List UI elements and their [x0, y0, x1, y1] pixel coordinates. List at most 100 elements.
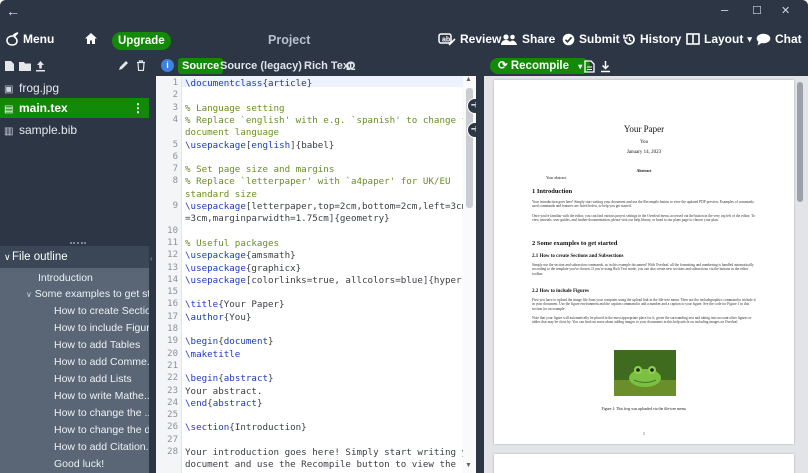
- line-number: 11: [167, 237, 178, 248]
- outline-item[interactable]: How to add Citation...: [54, 441, 154, 453]
- history-button[interactable]: History: [622, 32, 681, 46]
- menu-button[interactable]: Menu: [6, 32, 54, 46]
- refresh-icon: ⟳: [498, 60, 508, 72]
- pdf-page: Your Paper You January 14, 2023 Abstract…: [494, 80, 794, 444]
- delete-trash-icon[interactable]: [136, 60, 146, 71]
- preview-scroll-thumb[interactable]: [797, 82, 803, 202]
- line-number: 4: [172, 114, 178, 125]
- logs-document-icon[interactable]: [584, 60, 595, 73]
- code-line: document and use the Recompile button to…: [185, 459, 457, 471]
- minimize-button[interactable]: –: [721, 2, 728, 17]
- file-item-sample-bib[interactable]: ▥ sample.bib: [4, 120, 77, 140]
- review-icon: ab: [438, 32, 456, 46]
- code-area[interactable]: 1 2 3 4 5 6 7 8 9 10 11 12 13 14 15 16 17 18 19 20 21 22 23 24 2…: [156, 76, 476, 473]
- collapse-chevron-icon[interactable]: ‹: [150, 254, 153, 263]
- info-icon[interactable]: i: [161, 59, 174, 72]
- download-pdf-icon[interactable]: [600, 60, 611, 73]
- code-line: % Language setting: [185, 102, 285, 114]
- outline-title: File outline: [12, 251, 68, 263]
- history-label: History: [640, 32, 682, 46]
- line-number: 24: [167, 397, 178, 408]
- preview-scrollbar[interactable]: [796, 76, 804, 473]
- line-number: 18: [167, 324, 178, 334]
- line-number: 17: [167, 311, 178, 322]
- outline-item-label: Some examples to get st...: [34, 288, 152, 300]
- maximize-button[interactable]: ☐: [752, 4, 762, 17]
- editor-preview-splitter[interactable]: [476, 58, 484, 473]
- recompile-button[interactable]: ⟳ Recompile ▾: [490, 58, 591, 74]
- project-name[interactable]: Project: [268, 33, 310, 47]
- line-number: 1: [172, 78, 178, 88]
- line-number: 7: [172, 164, 178, 175]
- upload-icon[interactable]: [35, 60, 46, 72]
- scroll-up-icon[interactable]: ▲: [465, 76, 472, 83]
- tab-source[interactable]: Source: [178, 58, 224, 74]
- history-icon: [623, 33, 635, 45]
- share-button[interactable]: Share: [500, 32, 555, 46]
- close-button[interactable]: ✕: [781, 4, 790, 17]
- outline-item[interactable]: How to change the ...: [54, 407, 153, 419]
- menu-label: Menu: [23, 32, 55, 46]
- code-line: \begin{abstract}: [185, 373, 274, 385]
- tab-source-legacy[interactable]: Source (legacy): [220, 58, 302, 74]
- line-number: 28: [167, 447, 178, 457]
- outline-item[interactable]: How to change the d...: [54, 424, 159, 436]
- line-number: 26: [167, 422, 178, 433]
- line-number: 14: [167, 274, 178, 285]
- file-menu-kebab-icon[interactable]: ⋮: [132, 98, 144, 118]
- home-button[interactable]: [84, 32, 98, 45]
- outline-item[interactable]: ∨ Some examples to get st...: [26, 288, 152, 300]
- file-name: frog.jpg: [19, 81, 60, 95]
- sidebar-splitter[interactable]: ‹: [149, 58, 156, 473]
- file-outline-header[interactable]: ∨ File outline: [0, 246, 156, 268]
- share-label: Share: [522, 32, 556, 46]
- bib-file-icon: ▥: [4, 126, 14, 137]
- outline-item[interactable]: How to add Lists: [54, 373, 132, 385]
- file-item-frog[interactable]: ▣ frog.jpg: [4, 78, 59, 98]
- subsection-heading: 2.1 How to create Sections and Subsectio…: [532, 254, 624, 259]
- recompile-dropdown-icon[interactable]: ▾: [578, 62, 582, 71]
- chat-icon: [756, 33, 771, 45]
- outline-item[interactable]: Introduction: [38, 272, 93, 284]
- chat-button[interactable]: Chat: [756, 32, 802, 46]
- line-number: 27: [167, 434, 178, 445]
- code-line: % Useful packages: [185, 237, 280, 249]
- code-line: \usepackage[colorlinks=true, allcolors=b…: [185, 274, 476, 286]
- new-folder-icon[interactable]: [19, 61, 31, 71]
- code-line: \section{Introduction}: [185, 422, 307, 434]
- outline-item[interactable]: How to add Tables: [54, 339, 140, 351]
- code-line: document language: [185, 127, 280, 139]
- share-users-icon: [501, 33, 517, 45]
- outline-item[interactable]: Good luck!: [54, 458, 104, 470]
- layout-button[interactable]: Layout ▾: [686, 32, 752, 46]
- file-tree-toolbar: [0, 58, 156, 76]
- review-button[interactable]: ab Review: [438, 32, 501, 46]
- scroll-down-icon[interactable]: ▼: [465, 462, 472, 469]
- paper-author: You: [639, 140, 649, 145]
- code-line: \usepackage{graphicx}: [185, 262, 302, 274]
- new-file-icon[interactable]: [4, 60, 15, 72]
- code-line: % Replace `english' with e.g. `spanish' …: [185, 114, 476, 126]
- file-outline-list: Introduction ∨ Some examples to get st..…: [0, 268, 160, 473]
- outline-item[interactable]: How to write Mathe...: [54, 390, 153, 402]
- outline-item[interactable]: How to create Sectio...: [54, 305, 160, 317]
- file-item-main[interactable]: ▤ main.tex ⋮: [0, 98, 152, 118]
- abstract-heading: Abstract: [636, 168, 652, 173]
- figure-caption: Figure 1: This frog was uploaded via the…: [601, 407, 687, 411]
- symbol-palette-button[interactable]: Ω: [346, 58, 356, 74]
- outline-item[interactable]: How to add Comme...: [54, 356, 156, 368]
- outline-item[interactable]: How to include Figur...: [54, 322, 158, 334]
- rename-pencil-icon[interactable]: [118, 60, 129, 71]
- line-number: 16: [167, 299, 178, 310]
- pdf-toolbar: ⟳ Recompile ▾: [484, 58, 808, 76]
- file-name: main.tex: [19, 101, 68, 115]
- section-heading: 2 Some examples to get started: [532, 240, 618, 247]
- upgrade-button[interactable]: Upgrade: [112, 32, 171, 50]
- paragraph: Simply use the section and subsection co…: [532, 263, 754, 276]
- code-line: \usepackage{amsmath}: [185, 250, 296, 262]
- submit-button[interactable]: Submit: [562, 32, 620, 46]
- back-arrow-icon[interactable]: ←: [6, 3, 20, 19]
- panel-resize-grip[interactable]: [70, 242, 86, 244]
- code-line: \title{Your Paper}: [185, 299, 285, 311]
- line-number: 15: [167, 287, 178, 298]
